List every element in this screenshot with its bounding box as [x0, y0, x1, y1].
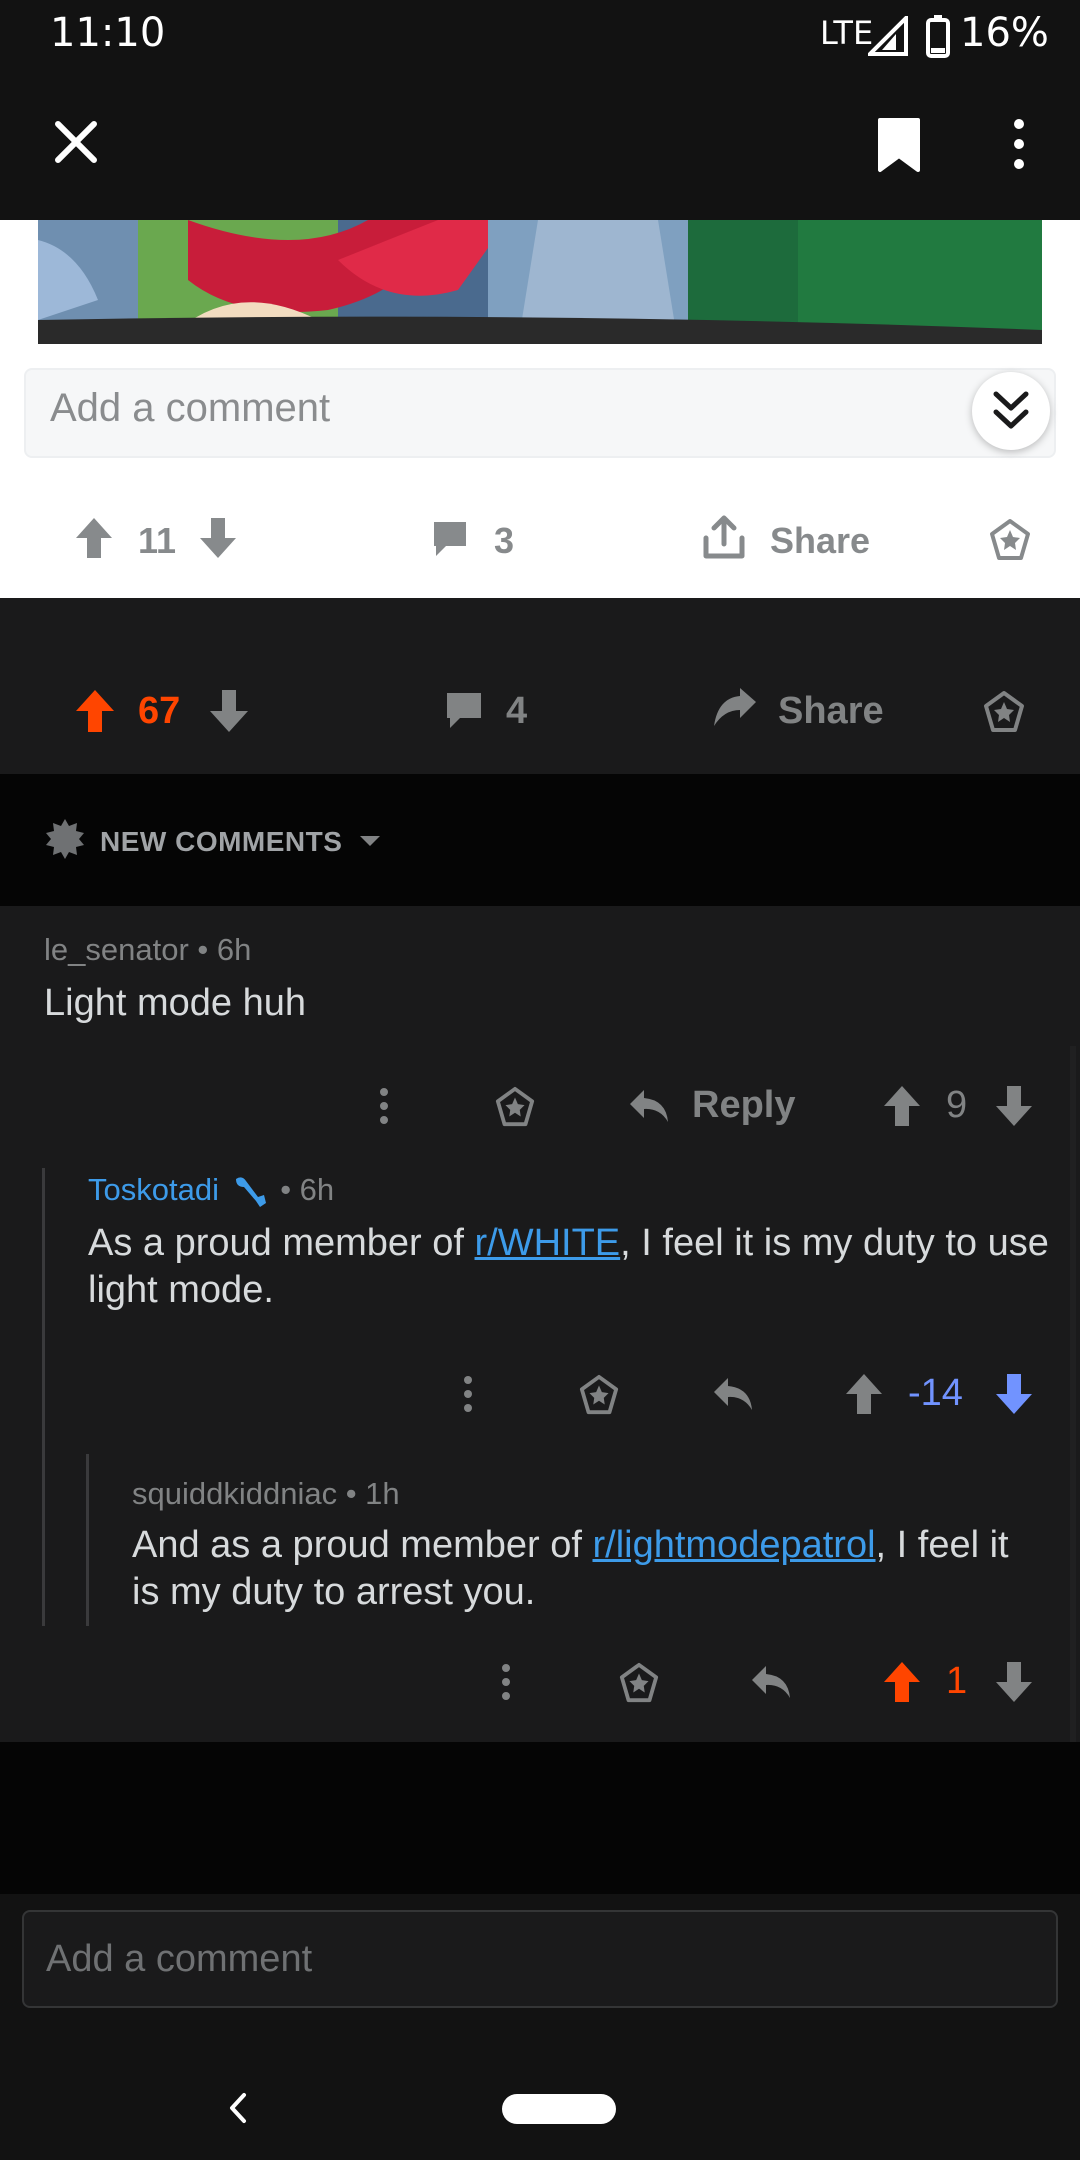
comment-score: 1 — [946, 1660, 968, 1702]
status-time: 11:10 — [50, 10, 166, 56]
top-app-bar — [0, 70, 1080, 220]
downvote-icon[interactable] — [994, 1660, 1034, 1704]
light-award-icon[interactable] — [988, 518, 1032, 562]
light-upvote-icon[interactable] — [74, 516, 114, 560]
author-name[interactable]: squiddkiddniac — [132, 1476, 337, 1511]
post-action-bar: 67 4 Share — [0, 598, 1080, 774]
chevron-down-icon — [358, 834, 382, 848]
award-icon[interactable] — [982, 690, 1026, 734]
overflow-menu-icon[interactable] — [1006, 118, 1032, 170]
light-downvote-icon[interactable] — [198, 516, 238, 560]
more-options-icon[interactable] — [372, 1086, 396, 1126]
post-vote-count: 67 — [138, 690, 181, 732]
system-nav-bar — [0, 2030, 1080, 2160]
body-text-prefix: As a proud member of — [88, 1222, 475, 1264]
subreddit-link[interactable]: r/lightmodepatrol — [592, 1524, 875, 1566]
comment-toskotadi: Toskotadi • 6h As a proud member of r/WH… — [88, 1168, 1080, 1454]
comment-le-senator: le_senator • 6h Light mode huh Reply 9 — [0, 906, 1080, 1152]
comment-score: 9 — [946, 1084, 968, 1126]
comments-section: le_senator • 6h Light mode huh Reply 9 T… — [0, 906, 1080, 1742]
status-bar: 11:10 LTE 16% — [0, 0, 1080, 70]
mod-wrench-icon — [232, 1175, 268, 1209]
signal-icon — [868, 16, 908, 56]
comment-body: And as a proud member of r/lightmodepatr… — [132, 1522, 1032, 1616]
back-icon[interactable] — [228, 2092, 248, 2124]
comment-squiddkiddniac: squiddkiddniac • 1h And as a proud membe… — [132, 1454, 1080, 1742]
award-icon[interactable] — [578, 1374, 620, 1416]
author-name[interactable]: Toskotadi — [88, 1172, 219, 1207]
comment-icon[interactable] — [444, 690, 484, 730]
comment-time: • 6h — [280, 1172, 335, 1207]
light-comment-placeholder: Add a comment — [50, 386, 331, 430]
comment-author-row: squiddkiddniac • 1h — [132, 1476, 400, 1512]
home-pill[interactable] — [502, 2094, 616, 2124]
battery-percent: 16% — [960, 10, 1049, 56]
comment-author[interactable]: le_senator • 6h — [44, 932, 251, 968]
battery-icon — [926, 14, 950, 58]
light-comment-icon[interactable] — [430, 518, 470, 558]
comment-body: Light mode huh — [44, 982, 306, 1024]
author-name[interactable]: le_senator — [44, 932, 189, 967]
body-text-prefix: And as a proud member of — [132, 1524, 593, 1566]
reply-label[interactable]: Reply — [692, 1084, 795, 1127]
award-icon[interactable] — [494, 1086, 536, 1128]
new-sort-icon — [44, 818, 86, 860]
comment-input[interactable]: Add a comment — [22, 1910, 1058, 2008]
reply-icon[interactable] — [712, 1374, 754, 1414]
network-label: LTE — [820, 14, 874, 52]
bottom-comment-bar: Add a comment — [0, 1894, 1080, 2030]
close-icon[interactable] — [52, 118, 100, 166]
downvote-icon[interactable] — [994, 1084, 1034, 1128]
light-comment-input[interactable]: Add a comment — [24, 368, 1056, 458]
comment-time: • 1h — [345, 1476, 400, 1511]
jump-to-next-button[interactable] — [972, 372, 1050, 450]
downvote-icon[interactable] — [208, 688, 250, 734]
post-image — [38, 220, 1042, 344]
sort-label: NEW COMMENTS — [100, 826, 343, 857]
bookmark-icon[interactable] — [876, 116, 922, 174]
sort-bar[interactable]: NEW COMMENTS — [0, 774, 1080, 906]
comment-body: As a proud member of r/WHITE, I feel it … — [88, 1220, 1068, 1314]
upvote-icon[interactable] — [882, 1660, 922, 1704]
comment-time: • 6h — [197, 932, 252, 967]
share-arrow-icon[interactable] — [712, 686, 758, 730]
more-options-icon[interactable] — [494, 1662, 518, 1702]
thread-line-level-2[interactable] — [86, 1454, 89, 1626]
light-vote-count: 11 — [138, 520, 177, 561]
upvote-icon[interactable] — [882, 1084, 922, 1128]
light-comment-count: 3 — [494, 520, 515, 561]
double-chevron-down-icon — [992, 390, 1030, 432]
upvote-icon[interactable] — [844, 1372, 884, 1416]
scrollbar[interactable] — [1070, 1046, 1076, 1766]
subreddit-link[interactable]: r/WHITE — [475, 1222, 621, 1264]
thread-line-level-1[interactable] — [42, 1168, 45, 1626]
comment-input-placeholder: Add a comment — [46, 1938, 313, 1980]
reply-icon[interactable] — [750, 1662, 792, 1702]
downvote-icon[interactable] — [994, 1372, 1034, 1416]
post-share-label[interactable]: Share — [778, 690, 884, 733]
comment-author-row: Toskotadi • 6h — [88, 1172, 334, 1209]
upvote-icon[interactable] — [74, 688, 116, 734]
reply-icon[interactable] — [628, 1086, 670, 1126]
empty-space — [0, 1742, 1080, 1894]
light-share-icon[interactable] — [702, 514, 746, 560]
comment-score: -14 — [908, 1372, 963, 1414]
more-options-icon[interactable] — [456, 1374, 480, 1414]
light-mode-screenshot: Add a comment 11 3 Share — [0, 220, 1080, 598]
light-share-label[interactable]: Share — [770, 520, 870, 562]
post-comment-count: 4 — [506, 690, 528, 732]
award-icon[interactable] — [618, 1662, 660, 1704]
